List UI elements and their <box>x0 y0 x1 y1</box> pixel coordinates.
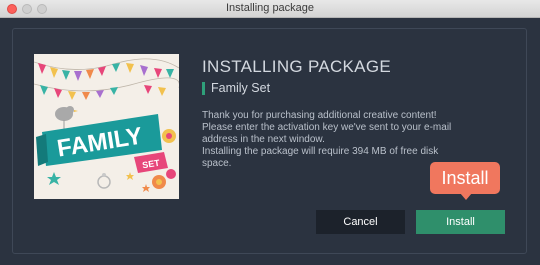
description: Thank you for purchasing additional crea… <box>202 110 522 170</box>
cancel-button[interactable]: Cancel <box>316 210 405 234</box>
subtitle-accent-bar <box>202 82 205 95</box>
package-name: Family Set <box>211 81 271 95</box>
family-set-artwork: FAMILY SET <box>34 54 179 199</box>
package-thumbnail: FAMILY SET <box>34 54 179 199</box>
install-dialog-window: Installing package FAMILY SET INSTALLING… <box>0 0 540 265</box>
description-line: address in the next window. <box>202 134 325 145</box>
callout-pointer <box>460 193 472 200</box>
install-callout: Install <box>430 162 500 194</box>
description-line: Thank you for purchasing additional crea… <box>202 110 437 121</box>
title-bar: Installing package <box>0 0 540 18</box>
description-line: Installing the package will require 394 … <box>202 146 439 157</box>
page-heading: INSTALLING PACKAGE <box>202 57 391 76</box>
description-line: Please enter the activation key we've se… <box>202 122 452 133</box>
install-button[interactable]: Install <box>416 210 505 234</box>
window-title: Installing package <box>225 2 315 14</box>
